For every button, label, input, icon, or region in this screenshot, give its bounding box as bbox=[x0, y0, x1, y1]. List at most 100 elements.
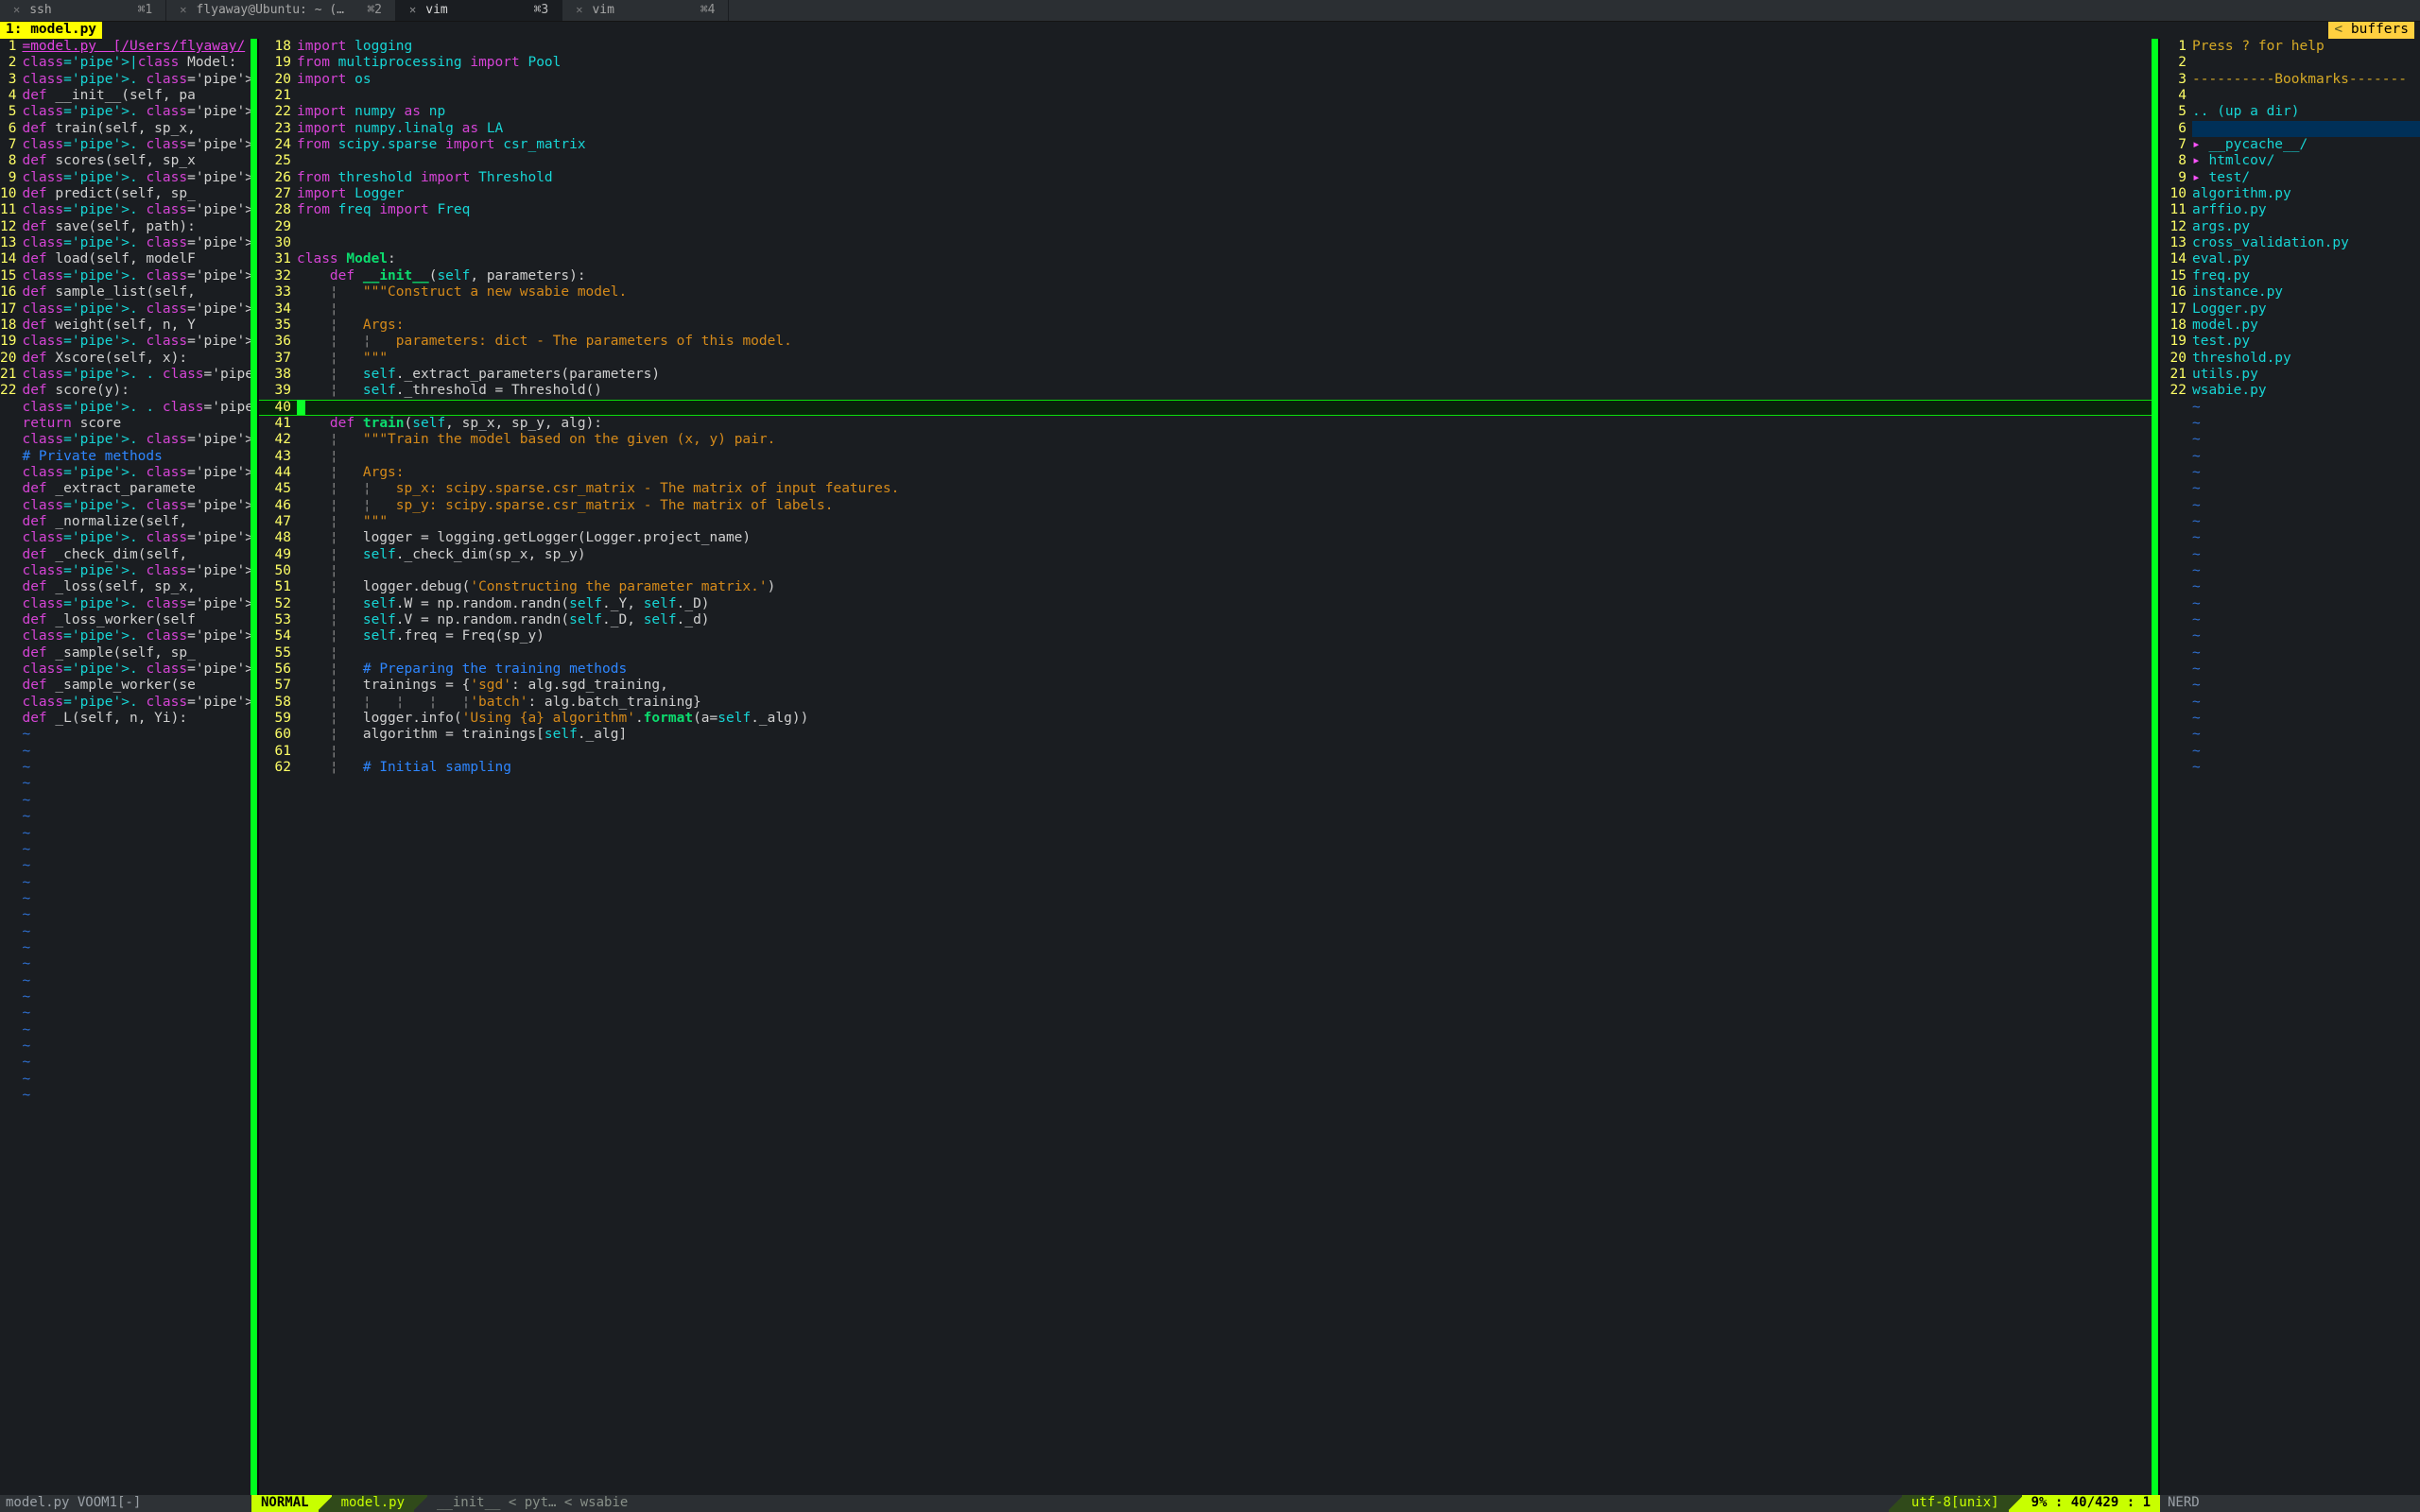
tree-item[interactable]: algorithm.py bbox=[2192, 186, 2420, 202]
code-line[interactable]: ¦ Args: bbox=[297, 318, 2158, 334]
close-icon[interactable]: ✕ bbox=[576, 2, 582, 18]
code-line[interactable]: ¦ bbox=[297, 449, 2158, 465]
code-line[interactable]: class Model: bbox=[297, 251, 2158, 267]
code-line[interactable]: ¦ ¦ sp_y: scipy.sparse.csr_matrix - The … bbox=[297, 498, 2158, 514]
code-line[interactable]: ¦ self.W = np.random.randn(self._Y, self… bbox=[297, 596, 2158, 612]
tree-item[interactable]: cross_validation.py bbox=[2192, 235, 2420, 251]
file-tree-pane[interactable]: 12345678910111213141516171819202122 Pres… bbox=[2160, 39, 2420, 1495]
outline-item[interactable]: class='pipe'>. class='pipe'>| bbox=[22, 628, 251, 644]
outline-pane[interactable]: 12345678910111213141516171819202122 =mod… bbox=[0, 39, 251, 1495]
code-line[interactable]: from freq import Freq bbox=[297, 202, 2158, 218]
folder-collapsed-icon[interactable]: ▸ bbox=[2192, 137, 2208, 152]
code-line[interactable] bbox=[297, 219, 2158, 235]
tree-item[interactable] bbox=[2192, 55, 2420, 71]
close-icon[interactable]: ✕ bbox=[180, 2, 186, 18]
tree-item[interactable]: test.py bbox=[2192, 334, 2420, 350]
tree-item[interactable]: Press ? for help bbox=[2192, 39, 2420, 55]
terminal-tab[interactable]: ✕ ssh ⌘1 bbox=[0, 0, 166, 21]
folder-collapsed-icon[interactable]: ▸ bbox=[2192, 170, 2208, 185]
code-line[interactable] bbox=[297, 400, 2158, 416]
code-line[interactable]: ¦ trainings = {'sgd': alg.sgd_training, bbox=[297, 678, 2158, 694]
outline-item[interactable]: class='pipe'>. class='pipe'>| bbox=[22, 432, 251, 448]
code-line[interactable]: ¦ """Construct a new wsabie model. bbox=[297, 284, 2158, 301]
code-line[interactable]: import Logger bbox=[297, 186, 2158, 202]
close-icon[interactable]: ✕ bbox=[13, 2, 20, 18]
tree-item[interactable] bbox=[2192, 88, 2420, 104]
code-line[interactable]: ¦ logger.info('Using {a} algorithm'.form… bbox=[297, 711, 2158, 727]
outline-item[interactable]: class='pipe'>. class='pipe'>| bbox=[22, 334, 251, 350]
tree-item[interactable]: eval.py bbox=[2192, 251, 2420, 267]
outline-header[interactable]: =model.py [/Users/flyaway/ bbox=[22, 39, 251, 55]
outline-item[interactable]: class='pipe'>. class='pipe'>| bbox=[22, 170, 251, 186]
terminal-tab[interactable]: ✕ flyaway@Ubuntu: ~ (… ⌘2 bbox=[166, 0, 396, 21]
outline-item[interactable]: class='pipe'>. class='pipe'>| bbox=[22, 498, 251, 514]
tree-item[interactable]: threshold.py bbox=[2192, 351, 2420, 367]
code-line[interactable]: import numpy.linalg as LA bbox=[297, 121, 2158, 137]
tree-item[interactable]: utils.py bbox=[2192, 367, 2420, 383]
folder-collapsed-icon[interactable]: ▸ bbox=[2192, 153, 2208, 168]
code-line[interactable]: ¦ # Preparing the training methods bbox=[297, 662, 2158, 678]
code-line[interactable]: ¦ self.freq = Freq(sp_y) bbox=[297, 628, 2158, 644]
tree-item[interactable]: arffio.py bbox=[2192, 202, 2420, 218]
code-line[interactable]: import os bbox=[297, 72, 2158, 88]
outline-item[interactable]: class='pipe'>. . class='pipe'>| bbox=[22, 367, 251, 383]
code-line[interactable]: ¦ """Train the model based on the given … bbox=[297, 432, 2158, 448]
outline-item[interactable]: class='pipe'>. class='pipe'>| bbox=[22, 596, 251, 612]
code-line[interactable]: ¦ """ bbox=[297, 514, 2158, 530]
code-line[interactable]: def __init__(self, parameters): bbox=[297, 268, 2158, 284]
code-line[interactable]: ¦ logger = logging.getLogger(Logger.proj… bbox=[297, 530, 2158, 546]
outline-item[interactable]: class='pipe'>. class='pipe'>| bbox=[22, 695, 251, 711]
outline-content[interactable]: =model.py [/Users/flyaway/class='pipe'>|… bbox=[22, 39, 251, 1495]
code-content[interactable]: import loggingfrom multiprocessing impor… bbox=[297, 39, 2158, 1495]
outline-item[interactable]: class='pipe'>. class='pipe'>| bbox=[22, 202, 251, 218]
tree-item[interactable]: .. (up a dir) bbox=[2192, 104, 2420, 120]
code-line[interactable]: from multiprocessing import Pool bbox=[297, 55, 2158, 71]
code-line[interactable]: ¦ algorithm = trainings[self._alg] bbox=[297, 727, 2158, 743]
tree-item[interactable]: ▸ test/ bbox=[2192, 170, 2420, 186]
code-line[interactable]: import logging bbox=[297, 39, 2158, 55]
code-line[interactable]: ¦ # Initial sampling bbox=[297, 760, 2158, 776]
outline-item[interactable]: class='pipe'>. class='pipe'>| bbox=[22, 301, 251, 318]
outline-item[interactable]: class='pipe'>. class='pipe'>| bbox=[22, 104, 251, 120]
code-line[interactable]: ¦ ¦ sp_x: scipy.sparse.csr_matrix - The … bbox=[297, 481, 2158, 497]
code-line[interactable]: import numpy as np bbox=[297, 104, 2158, 120]
code-line[interactable]: ¦ bbox=[297, 744, 2158, 760]
tree-item[interactable] bbox=[2192, 121, 2420, 137]
outline-item[interactable]: class='pipe'>. class='pipe'>| bbox=[22, 530, 251, 546]
code-line[interactable]: ¦ logger.debug('Constructing the paramet… bbox=[297, 579, 2158, 595]
code-line[interactable]: ¦ self._threshold = Threshold() bbox=[297, 383, 2158, 399]
code-line[interactable]: from scipy.sparse import csr_matrix bbox=[297, 137, 2158, 153]
tree-item[interactable]: wsabie.py bbox=[2192, 383, 2420, 399]
tree-item[interactable]: ▸ htmlcov/ bbox=[2192, 153, 2420, 169]
tree-item[interactable]: freq.py bbox=[2192, 268, 2420, 284]
code-line[interactable] bbox=[297, 153, 2158, 169]
outline-item[interactable]: class='pipe'>. class='pipe'>| bbox=[22, 72, 251, 88]
code-line[interactable]: def train(self, sp_x, sp_y, alg): bbox=[297, 416, 2158, 432]
outline-item[interactable]: class='pipe'>|class Model: bbox=[22, 55, 251, 71]
buffers-indicator[interactable]: buffers bbox=[2328, 22, 2414, 39]
code-line[interactable]: ¦ self._check_dim(sp_x, sp_y) bbox=[297, 547, 2158, 563]
tree-item[interactable]: ----------Bookmarks------- bbox=[2192, 72, 2420, 88]
code-line[interactable]: ¦ ¦ parameters: dict - The parameters of… bbox=[297, 334, 2158, 350]
outline-item[interactable]: class='pipe'>. class='pipe'>| bbox=[22, 137, 251, 153]
tree-item[interactable]: args.py bbox=[2192, 219, 2420, 235]
tree-item[interactable]: instance.py bbox=[2192, 284, 2420, 301]
outline-item[interactable]: class='pipe'>. . class='pipe'>| bbox=[22, 400, 251, 416]
outline-item[interactable]: class='pipe'>. class='pipe'>| bbox=[22, 662, 251, 678]
code-line[interactable]: ¦ ¦ ¦ ¦ ¦'batch': alg.batch_training} bbox=[297, 695, 2158, 711]
code-line[interactable] bbox=[297, 88, 2158, 104]
tree-item[interactable]: model.py bbox=[2192, 318, 2420, 334]
code-line[interactable]: ¦ Args: bbox=[297, 465, 2158, 481]
tree-content[interactable]: Press ? for help ----------Bookmarks-----… bbox=[2192, 39, 2420, 1495]
tree-item[interactable]: ▸ __pycache__/ bbox=[2192, 137, 2420, 153]
code-line[interactable]: ¦ self._extract_parameters(parameters) bbox=[297, 367, 2158, 383]
tree-item[interactable]: Logger.py bbox=[2192, 301, 2420, 318]
code-line[interactable] bbox=[297, 235, 2158, 251]
code-line[interactable]: ¦ """ bbox=[297, 351, 2158, 367]
code-line[interactable]: ¦ bbox=[297, 301, 2158, 318]
outline-item[interactable]: class='pipe'>. class='pipe'>| bbox=[22, 465, 251, 481]
code-line[interactable]: ¦ self.V = np.random.randn(self._D, self… bbox=[297, 612, 2158, 628]
terminal-tab[interactable]: ✕ vim ⌘3 bbox=[396, 0, 562, 21]
code-line[interactable]: ¦ bbox=[297, 645, 2158, 662]
terminal-tab[interactable]: ✕ vim ⌘4 bbox=[562, 0, 729, 21]
